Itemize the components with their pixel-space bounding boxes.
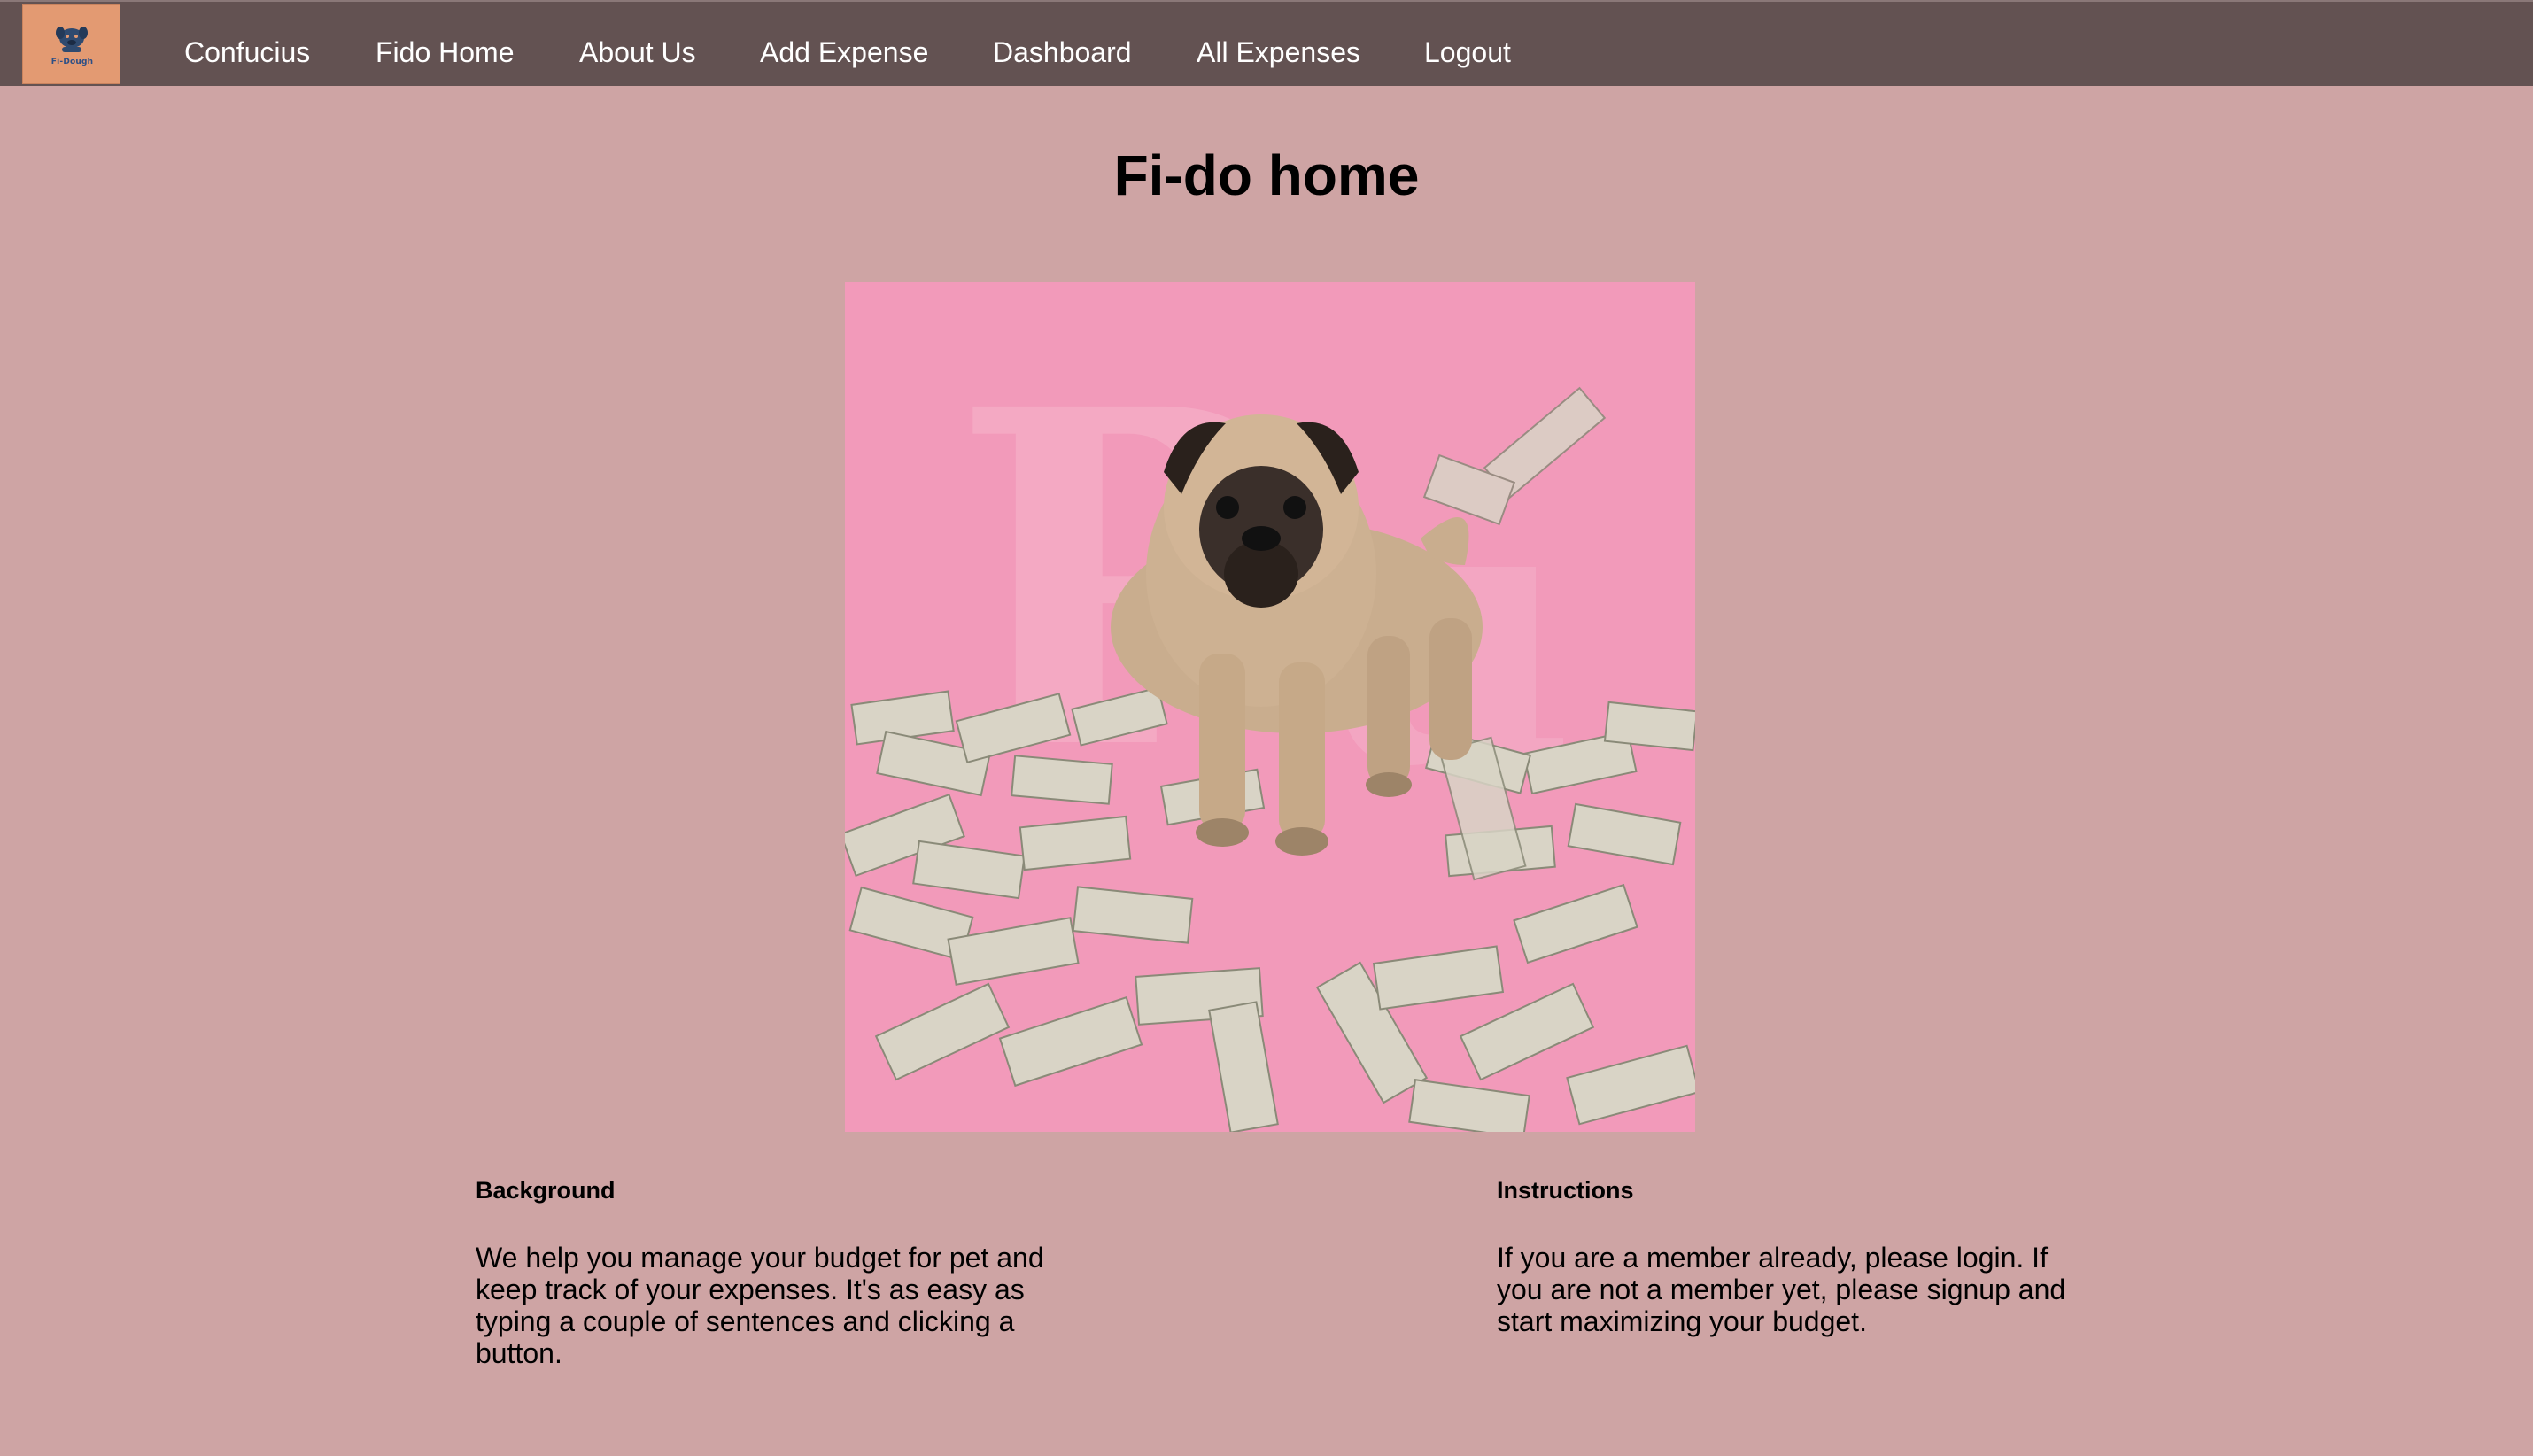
instructions-text: If you are a member already, please logi… (1497, 1242, 2066, 1337)
dog-icon (56, 27, 88, 52)
nav-link-add-expense[interactable]: Add Expense (760, 2, 928, 88)
background-heading: Background (476, 1177, 616, 1204)
nav-link-all-expenses[interactable]: All Expenses (1197, 2, 1360, 88)
brand-logo[interactable]: Fi-Dough (22, 4, 120, 84)
nav-link-about-us[interactable]: About Us (579, 2, 696, 88)
nav-link-dashboard[interactable]: Dashboard (993, 2, 1132, 88)
instructions-heading: Instructions (1497, 1177, 1634, 1204)
pug-with-money-image: P u (845, 282, 1695, 1132)
nav-link-logout[interactable]: Logout (1424, 2, 1511, 88)
logo-text: Fi-Dough (50, 58, 94, 66)
page-title: Fi-do home (1113, 143, 1420, 207)
navbar: Fi-Dough Confucius Fido Home About Us Ad… (0, 0, 2533, 86)
nav-link-fido-home[interactable]: Fido Home (376, 2, 515, 88)
background-text: We help you manage your budget for pet a… (476, 1242, 1044, 1369)
nav-link-confucius[interactable]: Confucius (184, 2, 310, 88)
